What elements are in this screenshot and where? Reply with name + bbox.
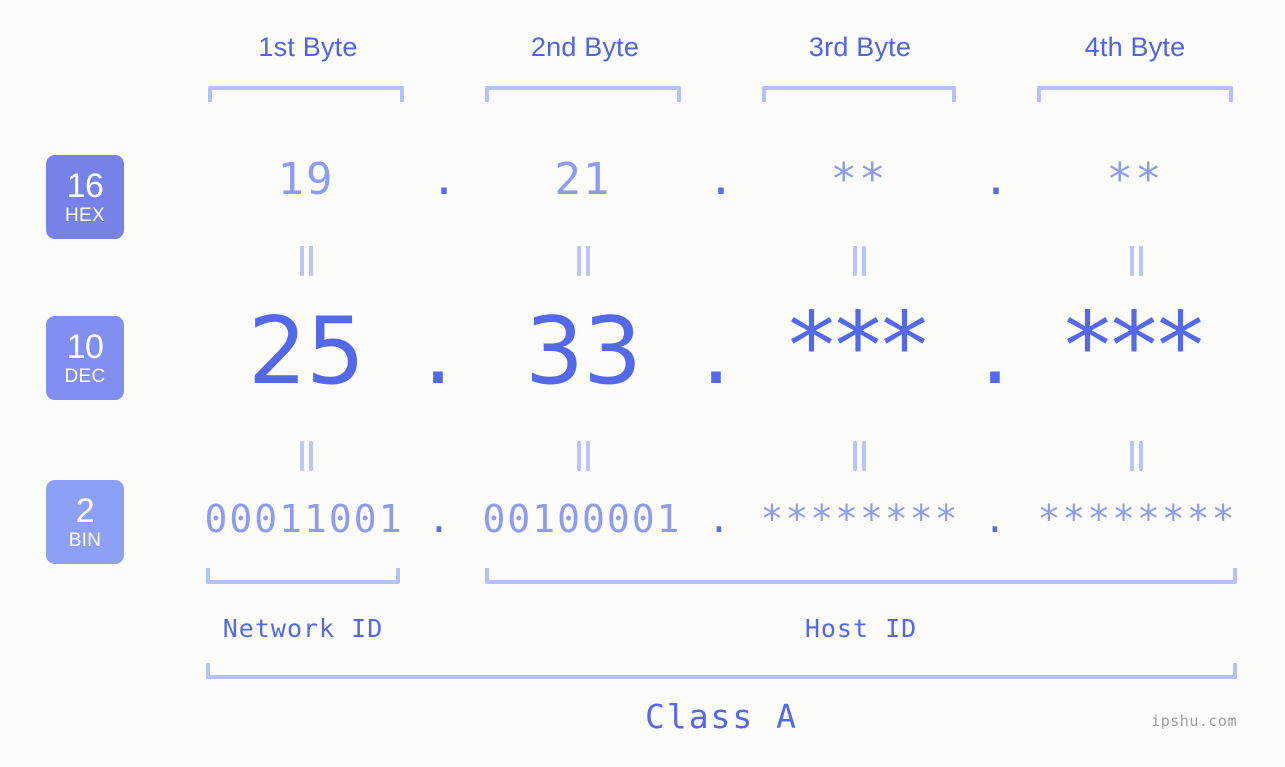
hex-byte-4: **: [1106, 154, 1164, 205]
bin-separator-1: .: [427, 497, 451, 541]
hex-separator-1: .: [430, 154, 458, 205]
byte-header-2: 2nd Byte: [530, 32, 640, 62]
dec-byte-4: ***: [1064, 292, 1204, 400]
byte-bracket-2: [485, 86, 681, 102]
bin-byte-1: 00011001: [204, 497, 404, 541]
bin-separator-3: .: [983, 497, 1007, 541]
radix-badge-hex: 16 HEX: [46, 155, 124, 239]
dec-separator-2: .: [701, 297, 731, 405]
equals-mark-hex-dec-4: [1126, 246, 1146, 276]
network-id-label: Network ID: [222, 614, 384, 643]
equals-mark-dec-bin-4: [1126, 441, 1146, 471]
dec-separator-3: .: [980, 297, 1010, 405]
equals-mark-hex-dec-2: [573, 246, 593, 276]
bin-byte-4: ********: [1037, 497, 1237, 541]
dec-separator-1: .: [423, 297, 453, 405]
radix-badge-bin-number: 2: [75, 492, 95, 530]
dec-byte-3: ***: [788, 292, 928, 400]
host-id-bracket: [485, 568, 1237, 584]
radix-badge-dec-name: DEC: [64, 366, 106, 387]
class-bracket: [206, 663, 1237, 679]
byte-header-3: 3rd Byte: [808, 32, 912, 62]
class-label: Class A: [644, 697, 799, 736]
radix-badge-dec-number: 10: [66, 328, 104, 366]
ip-address-breakdown-diagram: 1st Byte 2nd Byte 3rd Byte 4th Byte 16 H…: [0, 0, 1285, 767]
hex-byte-1: 19: [277, 154, 335, 205]
byte-header-4: 4th Byte: [1084, 32, 1186, 62]
equals-mark-dec-bin-3: [849, 441, 869, 471]
host-id-label: Host ID: [804, 614, 918, 643]
bin-byte-3: ********: [760, 497, 960, 541]
byte-bracket-3: [762, 86, 956, 102]
hex-separator-3: .: [982, 154, 1010, 205]
radix-badge-bin: 2 BIN: [46, 480, 124, 564]
byte-bracket-4: [1037, 86, 1233, 102]
bin-separator-2: .: [707, 497, 731, 541]
radix-badge-dec: 10 DEC: [46, 316, 124, 400]
watermark: ipshu.com: [1151, 712, 1237, 730]
byte-header-1: 1st Byte: [258, 32, 358, 62]
hex-separator-2: .: [707, 154, 735, 205]
hex-byte-2: 21: [554, 154, 612, 205]
equals-mark-dec-bin-2: [573, 441, 593, 471]
equals-mark-hex-dec-1: [296, 246, 316, 276]
equals-mark-dec-bin-1: [296, 441, 316, 471]
bin-byte-2: 00100001: [482, 497, 682, 541]
dec-byte-2: 33: [524, 297, 642, 405]
equals-mark-hex-dec-3: [849, 246, 869, 276]
hex-byte-3: **: [830, 154, 888, 205]
network-id-bracket: [206, 568, 400, 584]
radix-badge-hex-name: HEX: [65, 205, 105, 226]
radix-badge-hex-number: 16: [66, 167, 104, 205]
byte-bracket-1: [208, 86, 404, 102]
dec-byte-1: 25: [247, 297, 365, 405]
radix-badge-bin-name: BIN: [68, 530, 102, 551]
